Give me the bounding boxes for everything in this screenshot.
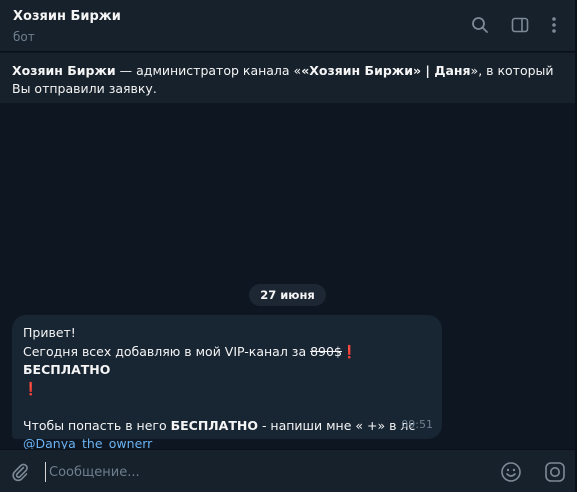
free-label: БЕСПЛАТНО	[23, 362, 111, 377]
exclamation-icon: ❗	[341, 343, 358, 359]
message-input[interactable]	[45, 462, 485, 482]
emoji-icon[interactable]	[499, 460, 523, 484]
instagram-icon[interactable]	[543, 460, 567, 484]
sidebar-toggle-icon[interactable]	[509, 14, 531, 36]
chat-subtitle: бот	[13, 30, 35, 44]
search-icon[interactable]	[469, 14, 491, 36]
notice-bot-name: Хозяин Биржи	[12, 63, 116, 78]
message-bubble[interactable]: Привет! Сегодня всех добавляю в мой VIP-…	[12, 315, 442, 451]
message-line: Сегодня всех добавляю в мой VIP-канал за…	[23, 343, 432, 380]
free-label: БЕСПЛАТНО	[170, 417, 258, 433]
message-line: ❗	[23, 380, 432, 399]
composer	[0, 449, 577, 492]
attach-icon[interactable]	[8, 460, 32, 484]
notice-text-2: », в который	[470, 63, 554, 78]
chat-title[interactable]: Хозяин Биржи	[13, 9, 121, 24]
notice-text-3: Вы отправили заявку.	[12, 81, 157, 96]
notice-channel-name[interactable]: «Хозяин Биржи» | Даня	[301, 63, 470, 78]
date-separator: 27 июня	[249, 284, 326, 306]
message-text: - напиши мне « +» в лс	[257, 417, 416, 433]
message-time: 09:51	[401, 417, 433, 431]
old-price: 890$	[310, 343, 342, 359]
join-request-notice: Хозяин Биржи — администратор канала ««Хо…	[0, 53, 577, 103]
exclamation-icon: ❗	[23, 380, 39, 396]
message-text: Сегодня всех добавляю в мой VIP-канал за	[23, 343, 311, 359]
chat-header[interactable]: Хозяин Биржи бот	[0, 0, 577, 52]
message-line: Привет!	[23, 325, 76, 340]
message-line: Чтобы попасть в него БЕСПЛАТНО - напиши …	[23, 417, 432, 436]
notice-text: — администратор канала «	[115, 63, 302, 78]
more-vertical-icon[interactable]	[543, 14, 565, 36]
message-text: Чтобы попасть в него	[23, 417, 171, 433]
